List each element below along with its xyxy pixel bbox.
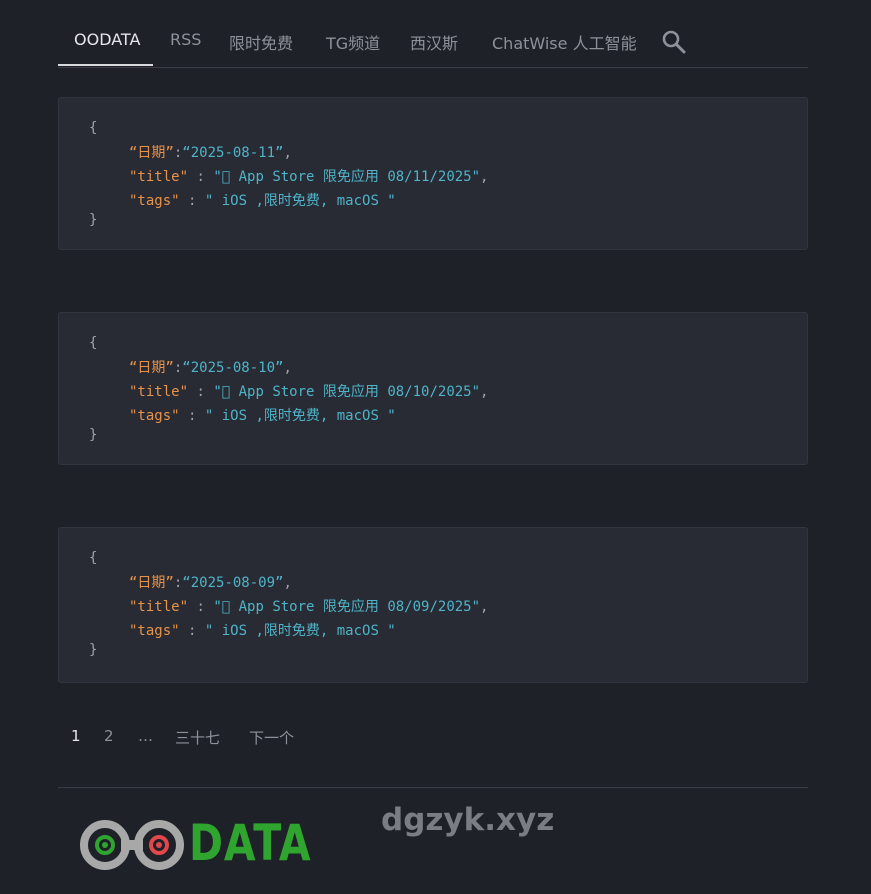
date-key: “日期” <box>129 575 174 591</box>
infinity-logo-icon <box>80 820 184 870</box>
tab-tg-channel[interactable]: TG频道 <box>326 30 380 54</box>
tags-sep: : <box>179 408 205 424</box>
json-title-line: "title" : " App Store 限免应用 08/09/2025", <box>129 596 488 616</box>
json-tags-line: "tags" : " iOS ,限时免费, macOS " <box>129 620 396 640</box>
post-card[interactable]: { “日期”:“2025-08-10”, "title" : " App St… <box>58 312 808 465</box>
json-title-line: "title" : " App Store 限免应用 08/11/2025", <box>129 166 488 186</box>
json-open-brace: { <box>89 120 98 136</box>
json-close-brace: } <box>89 212 98 228</box>
json-close-brace: } <box>89 427 98 443</box>
title-end: , <box>480 599 489 615</box>
tags-sep: : <box>179 193 205 209</box>
date-value: “2025-08-09” <box>182 575 284 591</box>
tags-value: " iOS ,限时免费, macOS " <box>204 193 396 209</box>
search-icon[interactable] <box>661 29 687 55</box>
title-sep: : <box>188 384 214 400</box>
tags-value: " iOS ,限时免费, macOS " <box>204 408 396 424</box>
post-card[interactable]: { “日期”:“2025-08-11”, "title" : " App St… <box>58 97 808 250</box>
tags-key: "tags" <box>129 193 180 209</box>
page-current: 1 <box>71 727 81 745</box>
json-tags-line: "tags" : " iOS ,限时免费, macOS " <box>129 190 396 210</box>
site-watermark: dgzyk.xyz <box>381 802 555 838</box>
title-key: "title" <box>129 599 189 615</box>
page-last-link[interactable]: 三十七 <box>175 727 220 748</box>
date-key: “日期” <box>129 145 174 161</box>
json-date-line: “日期”:“2025-08-09”, <box>129 572 292 592</box>
title-sep: : <box>188 169 214 185</box>
title-sep: : <box>188 599 214 615</box>
tags-key: "tags" <box>129 408 180 424</box>
site-logo[interactable]: DATA <box>77 814 311 874</box>
json-open-brace: { <box>89 335 98 351</box>
date-value: “2025-08-11” <box>182 145 284 161</box>
tags-key: "tags" <box>129 623 180 639</box>
title-value[interactable]: " App Store 限免应用 08/09/2025" <box>213 599 480 615</box>
title-key: "title" <box>129 384 189 400</box>
post-card[interactable]: { “日期”:“2025-08-09”, "title" : " App St… <box>58 527 808 683</box>
page-2-link[interactable]: 2 <box>104 727 114 745</box>
date-value: “2025-08-10” <box>182 360 284 376</box>
tags-value: " iOS ,限时免费, macOS " <box>204 623 396 639</box>
tab-xihansi[interactable]: 西汉斯 <box>410 30 458 54</box>
json-title-line: "title" : " App Store 限免应用 08/10/2025", <box>129 381 488 401</box>
date-key: “日期” <box>129 360 174 376</box>
title-end: , <box>480 169 489 185</box>
title-key: "title" <box>129 169 189 185</box>
date-end: , <box>283 145 292 161</box>
json-date-line: “日期”:“2025-08-10”, <box>129 357 292 377</box>
json-date-line: “日期”:“2025-08-11”, <box>129 142 292 162</box>
tab-limited-free[interactable]: 限时免费 <box>229 30 293 54</box>
tab-oodata[interactable]: OODATA <box>74 30 140 49</box>
tab-rss[interactable]: RSS <box>170 30 201 49</box>
tags-sep: : <box>179 623 205 639</box>
json-open-brace: { <box>89 550 98 566</box>
json-close-brace: } <box>89 642 98 658</box>
title-value[interactable]: " App Store 限免应用 08/11/2025" <box>213 169 480 185</box>
next-page-link[interactable]: 下一个 <box>249 727 294 748</box>
title-value[interactable]: " App Store 限免应用 08/10/2025" <box>213 384 480 400</box>
top-nav: OODATA RSS 限时免费 TG频道 西汉斯 ChatWise 人工智能 <box>58 0 808 68</box>
page-ellipsis: … <box>138 727 153 745</box>
logo-wordmark: DATA <box>189 814 312 872</box>
footer-divider <box>58 787 808 788</box>
tab-chatwise-ai[interactable]: ChatWise 人工智能 <box>492 30 637 54</box>
date-end: , <box>283 360 292 376</box>
json-tags-line: "tags" : " iOS ,限时免费, macOS " <box>129 405 396 425</box>
title-end: , <box>480 384 489 400</box>
active-tab-underline <box>58 64 153 66</box>
date-end: , <box>283 575 292 591</box>
